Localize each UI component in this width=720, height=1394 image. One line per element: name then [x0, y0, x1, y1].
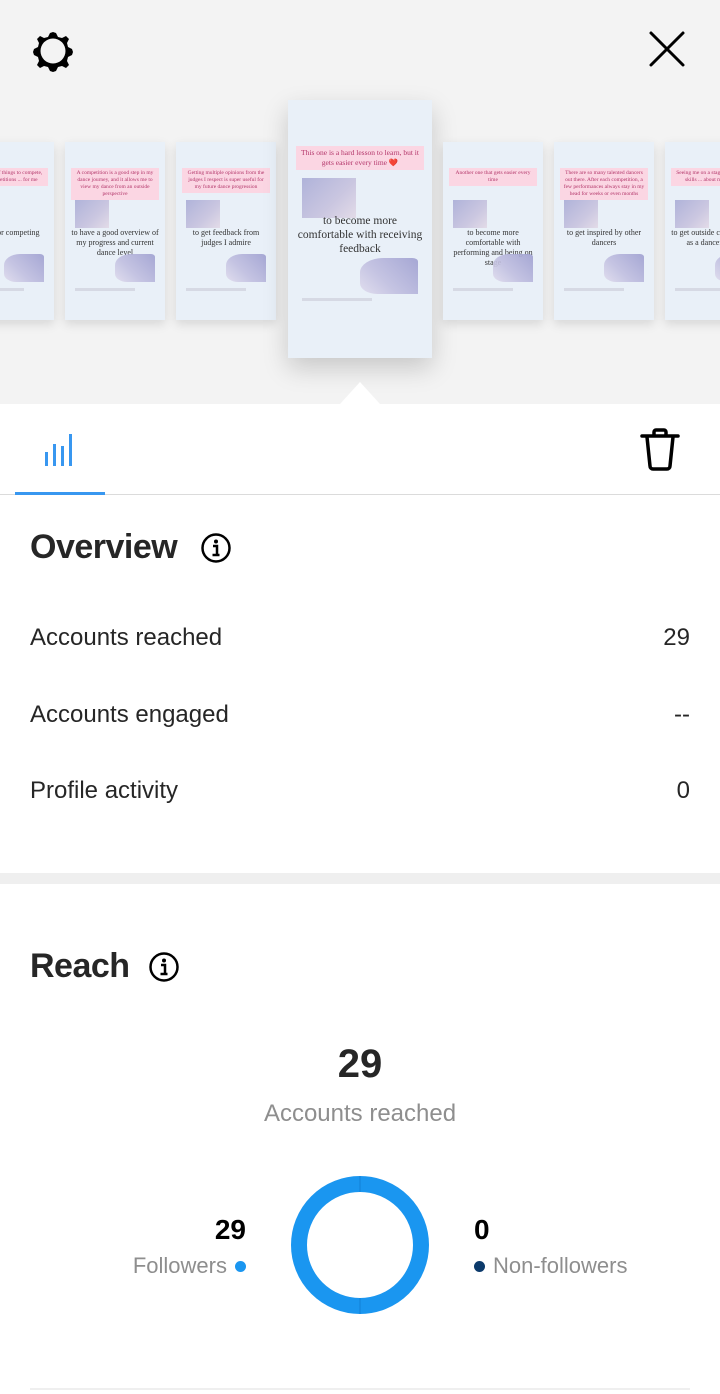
story-thumbnail[interactable]: There are so many talented dancers out t…: [554, 142, 654, 320]
story-thumbnail-active[interactable]: This one is a hard lesson to learn, but …: [288, 100, 432, 358]
watercolor-decoration: [186, 200, 220, 228]
story-thumbnail[interactable]: Another one that gets easier every time …: [443, 142, 543, 320]
story-handle: [186, 288, 246, 291]
watercolor-decoration: [75, 200, 109, 228]
story-headline: to get outside comfort zone as a dancer …: [671, 228, 720, 247]
active-tab-indicator: [15, 492, 105, 495]
story-caption: A competition is a good step in my dance…: [71, 168, 159, 200]
overview-row-profile-activity: Profile activity 0: [30, 771, 690, 811]
reach-donut-chart: [291, 1176, 429, 1314]
overview-row-accounts-engaged: Accounts engaged --: [30, 695, 690, 735]
watercolor-decoration: [115, 254, 155, 282]
metric-value: --: [674, 701, 690, 728]
story-thumbnail[interactable]: Seeing me on a stage ... your dance skil…: [665, 142, 720, 320]
story-handle: [302, 298, 372, 301]
watercolor-decoration: [453, 200, 487, 228]
non-followers-value: 0: [474, 1214, 490, 1245]
reach-total-label: Accounts reached: [263, 1100, 457, 1127]
non-followers-dot: [474, 1260, 485, 1272]
story-caption: Seeing me on a stage ... your dance skil…: [671, 168, 720, 186]
close-icon[interactable]: [646, 28, 688, 70]
watercolor-decoration: [564, 200, 598, 228]
story-thumbnail[interactable]: ...reasons list of things to compete, an…: [0, 142, 54, 320]
trash-icon[interactable]: [638, 426, 682, 472]
watercolor-decoration: [4, 254, 44, 282]
story-handle: [564, 288, 624, 291]
story-carousel[interactable]: ...reasons list of things to compete, an…: [0, 100, 720, 400]
overview-row-accounts-reached: Accounts reached 29: [30, 618, 690, 658]
tab-bar: [0, 404, 720, 495]
story-caption: ...reasons list of things to compete, an…: [0, 168, 48, 186]
info-icon[interactable]: [148, 951, 180, 983]
story-thumbnail[interactable]: Getting multiple opinions from the judge…: [176, 142, 276, 320]
story-caption: Another one that gets easier every time: [449, 168, 537, 186]
watercolor-decoration: [302, 178, 356, 218]
story-headline: to get inspired by other dancers: [566, 228, 642, 247]
watercolor-decoration: [604, 254, 644, 282]
section-divider: [30, 1388, 690, 1390]
story-caption: Getting multiple opinions from the judge…: [182, 168, 270, 193]
watercolor-decoration: [675, 200, 709, 228]
followers-value: 29: [214, 1214, 246, 1245]
metric-value: 0: [676, 777, 690, 804]
story-handle: [675, 288, 720, 291]
bar-chart-icon: [45, 434, 72, 466]
metric-label: Accounts engaged: [30, 701, 229, 728]
watercolor-decoration: [226, 254, 266, 282]
gear-icon[interactable]: [30, 28, 76, 74]
metric-label: Accounts reached: [30, 624, 223, 651]
donut-slice-followers: [291, 1176, 429, 1314]
watercolor-decoration: [715, 254, 720, 282]
metric-value: 29: [663, 624, 690, 651]
section-divider: [0, 873, 720, 884]
followers-label: Followers: [132, 1253, 227, 1278]
story-headline: reasons for competing: [0, 228, 40, 237]
reach-total-value: 29: [337, 1042, 383, 1086]
reach-title: Reach: [30, 947, 130, 985]
story-handle: [0, 288, 24, 291]
non-followers-legend: Non-followers: [474, 1253, 628, 1279]
watercolor-decoration: [360, 258, 418, 294]
followers-dot: [235, 1260, 246, 1272]
story-handle: [453, 288, 513, 291]
active-story-pointer: [340, 382, 380, 404]
info-icon[interactable]: [200, 532, 232, 564]
story-headline: to become more comfortable with receivin…: [297, 215, 423, 255]
story-preview-header: ...reasons list of things to compete, an…: [0, 0, 720, 404]
followers-legend: Followers: [133, 1253, 246, 1279]
story-thumbnail[interactable]: A competition is a good step in my dance…: [65, 142, 165, 320]
tab-insights[interactable]: [15, 404, 105, 495]
watercolor-decoration: [493, 254, 533, 282]
non-followers-label: Non-followers: [493, 1253, 628, 1278]
story-caption: There are so many talented dancers out t…: [560, 168, 648, 200]
overview-title: Overview: [30, 528, 178, 566]
metric-label: Profile activity: [30, 777, 179, 804]
story-caption: This one is a hard lesson to learn, but …: [296, 146, 424, 170]
story-handle: [75, 288, 135, 291]
story-headline: to get feedback from judges I admire: [192, 228, 260, 247]
